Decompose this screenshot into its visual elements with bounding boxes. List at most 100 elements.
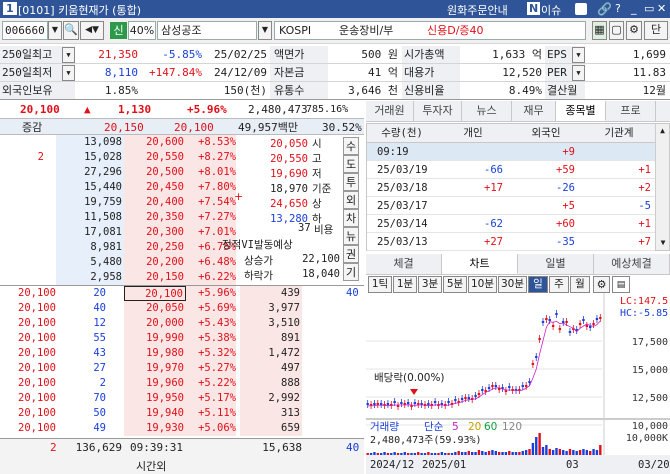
bid-price[interactable]: 20,000	[124, 316, 186, 331]
bid-price[interactable]: 19,990	[124, 331, 186, 346]
bid-row[interactable]: 20,100 27 19,970 +5.27% 497	[0, 361, 364, 376]
issue-link[interactable]: 이슈	[541, 2, 561, 18]
ask-price[interactable]: 20,350	[124, 210, 186, 225]
ask-price[interactable]: 20,300	[124, 225, 186, 240]
bid-row[interactable]: 20,100 43 19,980 +5.32% 1,472	[0, 346, 364, 361]
period-button[interactable]: 5분	[443, 276, 467, 293]
scroll-up-icon[interactable]: ▲	[656, 124, 669, 138]
bid-row[interactable]: 20,100 2 19,960 +5.22% 888	[0, 376, 364, 391]
search-icon[interactable]: 🔍	[63, 21, 79, 40]
bid-row[interactable]: 20,100 49 19,930 +5.06% 659	[0, 421, 364, 436]
bid-price[interactable]: 19,940	[124, 406, 186, 421]
ask-row[interactable]: 27,296 20,500 +8.01%	[0, 165, 240, 180]
period-button[interactable]: 주	[549, 276, 569, 293]
ask-row[interactable]: 17,081 20,300 +7.01%	[0, 225, 240, 240]
popup-icon[interactable]: ▢	[609, 21, 624, 40]
name-dropdown-icon[interactable]: ▼	[258, 21, 272, 40]
ask-price[interactable]: 20,200	[124, 255, 186, 270]
bottom-tab[interactable]: 체결	[366, 254, 442, 274]
help-icon[interactable]: ?	[615, 2, 621, 15]
top-tab[interactable]: 재무	[512, 101, 556, 121]
period-button[interactable]: 월	[570, 276, 590, 293]
news-n-icon[interactable]: N	[527, 2, 541, 15]
stock-code-input[interactable]: 006660	[2, 21, 48, 40]
close-icon[interactable]: ✕	[657, 2, 666, 15]
bid-price[interactable]: 19,950	[124, 391, 186, 406]
side-button[interactable]: 도	[343, 155, 359, 173]
ask-row[interactable]: 2,958 20,150 +6.22%	[0, 270, 240, 285]
ask-price[interactable]: 20,550	[124, 150, 186, 165]
ask-price[interactable]: 20,250	[124, 240, 186, 255]
grid-view-icon[interactable]: ▦	[592, 21, 607, 40]
ask-price[interactable]: 20,150	[124, 270, 186, 285]
side-button[interactable]: 차	[343, 209, 359, 227]
period-button[interactable]: 30분	[498, 276, 527, 293]
restore-icon[interactable]: ▭	[644, 2, 654, 15]
period-button[interactable]: 일	[528, 276, 548, 293]
side-button[interactable]: 뉴	[343, 227, 359, 245]
after-hours-tab[interactable]: 시간외	[136, 458, 166, 474]
bid-row[interactable]: 20,100 70 19,950 +5.17% 2,992	[0, 391, 364, 406]
bottom-tab[interactable]: 일별	[518, 254, 594, 274]
single-order-button[interactable]: 단	[644, 21, 668, 40]
investor-row[interactable]: 25/03/19 -66 +59 +1	[367, 161, 655, 179]
ask-price[interactable]: 20,600	[124, 135, 186, 150]
bid-row[interactable]: 20,100 12 20,000 +5.43% 3,510	[0, 316, 364, 331]
code-dropdown-icon[interactable]: ▼	[48, 21, 62, 40]
side-button[interactable]: 투	[343, 173, 359, 191]
bid-price[interactable]: 19,980	[124, 346, 186, 361]
per-dropdown-icon[interactable]: ▼	[572, 65, 585, 81]
investor-row[interactable]: 25/03/13 +27 -35 +7	[367, 233, 655, 251]
side-button[interactable]: 수	[343, 137, 359, 155]
flag-us-icon[interactable]: ▤	[612, 276, 630, 293]
bottom-tab[interactable]: 차트	[442, 254, 518, 274]
minimize-icon[interactable]: _	[631, 2, 637, 15]
ask-row[interactable]: 5,480 20,200 +6.48%	[0, 255, 240, 270]
period-button[interactable]: 1분	[393, 276, 417, 293]
chart-settings-icon[interactable]: ⚙	[593, 276, 610, 293]
ask-price[interactable]: 20,450	[124, 180, 186, 195]
low-dropdown-icon[interactable]: ▼	[62, 65, 75, 81]
ask-row[interactable]: 2 15,028 20,550 +8.27%	[0, 150, 240, 165]
eps-dropdown-icon[interactable]: ▼	[572, 47, 585, 63]
bid-price[interactable]: 20,050	[124, 301, 186, 316]
top-tab[interactable]: 종목별	[556, 101, 606, 121]
ask-row[interactable]: 15,440 20,450 +7.80%	[0, 180, 240, 195]
bid-price[interactable]: 19,970	[124, 361, 186, 376]
bid-row[interactable]: 20,100 20 20,100 +5.96% 439 40	[0, 286, 364, 301]
investor-row[interactable]: 25/03/18 +17 -26 +2	[367, 179, 655, 197]
bid-row[interactable]: 20,100 40 20,050 +5.69% 3,977	[0, 301, 364, 316]
bid-row[interactable]: 20,100 55 19,990 +5.38% 891	[0, 331, 364, 346]
ask-row[interactable]: 19,759 20,400 +7.54%	[0, 195, 240, 210]
order-guide-link[interactable]: 원화주문안내	[447, 2, 508, 18]
bid-price[interactable]: 19,960	[124, 376, 186, 391]
side-button[interactable]: 외	[343, 191, 359, 209]
top-tab[interactable]: 거래원	[366, 101, 414, 121]
high-dropdown-icon[interactable]: ▼	[62, 47, 75, 63]
investor-row[interactable]: 25/03/17 +5 -5	[367, 197, 655, 215]
period-button[interactable]: 3분	[418, 276, 442, 293]
bid-price[interactable]: 20,100	[124, 286, 186, 301]
side-button[interactable]: 권	[343, 245, 359, 263]
price-chart[interactable]: 17,500 15,000 12,500 10,000 LC:147.5HC:-5.85…	[366, 293, 670, 474]
settings-gear-icon[interactable]: ⚙	[626, 21, 642, 40]
top-tab[interactable]: 투자자	[414, 101, 462, 121]
bottom-tab[interactable]: 예상체결	[594, 254, 670, 274]
bid-row[interactable]: 20,100 50 19,940 +5.11% 313	[0, 406, 364, 421]
investor-row[interactable]: 09:19 +9	[367, 143, 655, 161]
period-button[interactable]: 10분	[468, 276, 497, 293]
scroll-down-icon[interactable]: ▼	[656, 236, 670, 250]
period-button[interactable]: 1틱	[368, 276, 392, 293]
investor-row[interactable]: 25/03/14 -62 +60 +1	[367, 215, 655, 233]
ask-row[interactable]: 8,981 20,250 +6.75%	[0, 240, 240, 255]
top-tab[interactable]: 뉴스	[462, 101, 512, 121]
history-list-icon[interactable]: ◀▼	[80, 21, 104, 40]
ask-price[interactable]: 20,400	[124, 195, 186, 210]
ask-price[interactable]: 20,500	[124, 165, 186, 180]
link-icon[interactable]: 🔗	[597, 2, 612, 16]
investor-scrollbar[interactable]: ▲ ▼	[655, 124, 669, 250]
ask-row[interactable]: 13,098 20,600 +8.53%	[0, 135, 240, 150]
bid-price[interactable]: 19,930	[124, 421, 186, 436]
top-tab[interactable]: 프로	[606, 101, 656, 121]
ask-row[interactable]: 11,508 20,350 +7.27%	[0, 210, 240, 225]
